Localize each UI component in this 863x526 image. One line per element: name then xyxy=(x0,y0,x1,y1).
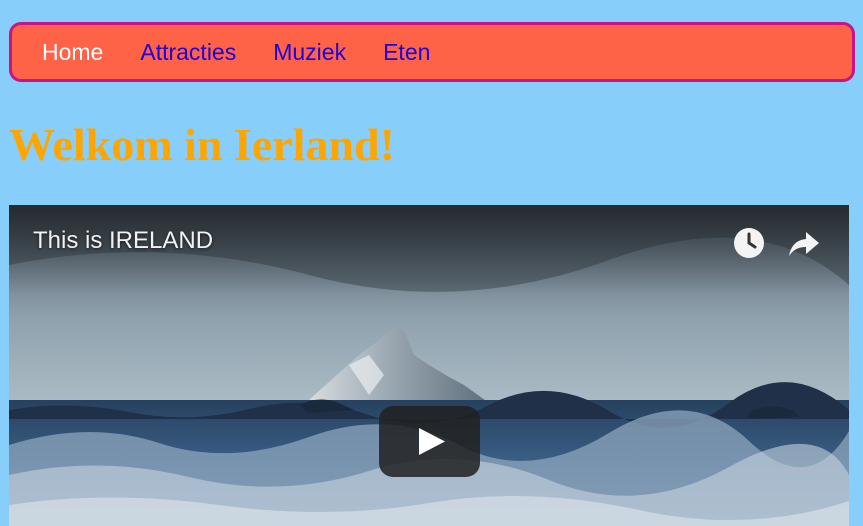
share-arrow-icon[interactable] xyxy=(786,225,822,261)
main-nav: Home Attracties Muziek Eten xyxy=(9,22,855,82)
video-title[interactable]: This is IRELAND xyxy=(33,227,213,255)
clock-icon[interactable] xyxy=(731,225,767,261)
nav-item-attracties[interactable]: Attracties xyxy=(140,39,236,66)
nav-item-muziek[interactable]: Muziek xyxy=(273,39,346,66)
play-button-icon[interactable] xyxy=(379,406,480,477)
nav-item-home[interactable]: Home xyxy=(42,39,103,66)
video-player[interactable]: This is IRELAND xyxy=(9,205,849,526)
page-title: Welkom in Ierland! xyxy=(9,119,395,170)
nav-item-eten[interactable]: Eten xyxy=(383,39,430,66)
